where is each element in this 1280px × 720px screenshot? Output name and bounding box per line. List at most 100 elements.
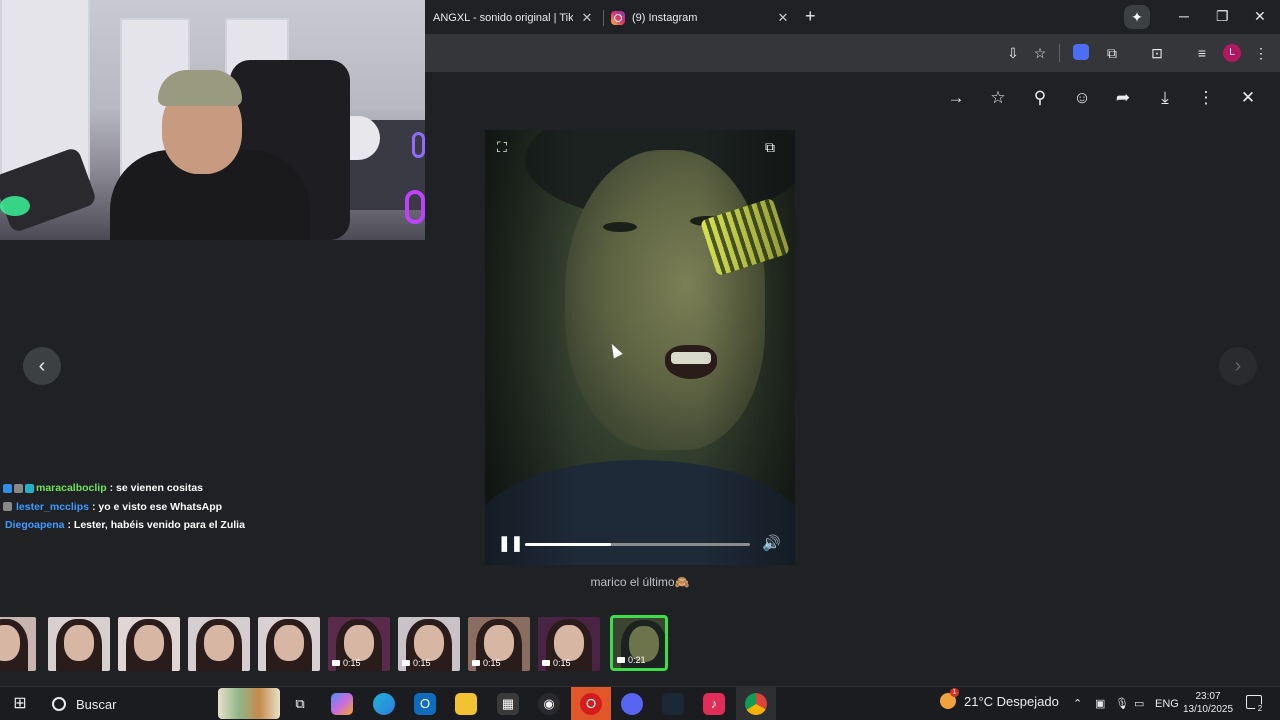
- clock[interactable]: 23:07 13/10/2025: [1180, 690, 1236, 716]
- badge-icon: [3, 502, 12, 512]
- pause-icon[interactable]: ❚❚: [498, 535, 523, 553]
- search-highlight-image: [218, 688, 280, 719]
- chrome-menu-icon[interactable]: ⋮: [1251, 43, 1271, 63]
- chat-username: maracalboclip: [36, 482, 107, 495]
- thumbnail-strip: 0:15 0:15 0:15 0:15 0:21: [0, 613, 1280, 675]
- previous-button[interactable]: ‹: [23, 347, 61, 385]
- weather-text: 21°C Despejado: [964, 693, 1059, 709]
- close-tab-icon[interactable]: ✕: [579, 10, 595, 26]
- video-camera-icon: [472, 660, 480, 666]
- chat-text: : se vienen cositas: [109, 482, 204, 495]
- chat-overlay: maracalboclip : se vienen cositas lester…: [0, 479, 425, 535]
- tab-tiktok[interactable]: ANGXL - sonido original | TikTok ✕: [433, 4, 595, 32]
- thumbnail-duration: 0:15: [413, 658, 431, 668]
- thumbnail[interactable]: [118, 617, 180, 671]
- media-controls-icon[interactable]: ≡: [1192, 43, 1212, 63]
- pin-icon[interactable]: ⚲: [1029, 88, 1051, 108]
- microphone-icon[interactable]: 🎙: [1115, 696, 1129, 712]
- thumbnail[interactable]: 0:15: [398, 617, 460, 671]
- minimize-icon[interactable]: ─: [1179, 6, 1189, 26]
- chat-username: lester_mcclips: [16, 500, 89, 513]
- opera-icon[interactable]: O: [580, 693, 602, 715]
- task-view-icon[interactable]: ⧉: [289, 693, 311, 715]
- bookmark-star-icon[interactable]: ☆: [1030, 43, 1050, 63]
- thumbnail-duration: 0:15: [483, 658, 501, 668]
- notification-count: 2: [1255, 704, 1265, 714]
- window-close-icon[interactable]: ✕: [1254, 6, 1266, 26]
- star-icon[interactable]: ☆: [987, 88, 1009, 108]
- emoji-icon[interactable]: ☺: [1071, 88, 1093, 108]
- thumbnail[interactable]: 0:15: [538, 617, 600, 671]
- discord-icon[interactable]: [621, 693, 643, 715]
- picture-in-picture-icon[interactable]: ⧉: [765, 139, 783, 155]
- extension-icon[interactable]: [1073, 44, 1089, 60]
- steam-icon[interactable]: [662, 693, 684, 715]
- tab-title: ANGXL - sonido original | TikTok: [433, 12, 573, 24]
- weather-widget[interactable]: 1 21°C Despejado: [940, 688, 1059, 709]
- new-tab-icon[interactable]: +: [805, 6, 816, 26]
- outlook-icon[interactable]: O: [414, 693, 436, 715]
- thumbnail[interactable]: [0, 617, 36, 671]
- arrow-right-icon[interactable]: →: [945, 88, 967, 108]
- clock-date: 13/10/2025: [1182, 704, 1234, 715]
- thumbnail[interactable]: 0:15: [468, 617, 530, 671]
- windows-taskbar: ⊞ Buscar ⧉ O ▦ ◉ O ♪ 1 21°C Despejado ⌃ …: [0, 686, 1280, 720]
- tab-search-icon[interactable]: ⊡: [1147, 43, 1167, 63]
- tab-title: (9) Instagram: [632, 12, 698, 24]
- progress-bar[interactable]: [525, 543, 750, 546]
- chevron-up-icon[interactable]: ⌃: [1073, 696, 1082, 712]
- chat-text: : Lester, habéis venido para el Zulia: [67, 519, 245, 532]
- rgb-light: [412, 132, 425, 158]
- more-icon[interactable]: ⋮: [1195, 88, 1217, 108]
- download-icon[interactable]: ⤓: [1154, 88, 1176, 108]
- meet-now-icon[interactable]: ▣: [1095, 696, 1105, 712]
- weather-badge: 1: [950, 688, 959, 697]
- profile-avatar[interactable]: L: [1223, 44, 1241, 62]
- chat-username: Diegoapena: [5, 519, 65, 532]
- badge-icon: [3, 483, 12, 493]
- toolbar-separator: [1059, 44, 1060, 62]
- clock-time: 23:07: [1195, 691, 1221, 702]
- badge-icon: [25, 483, 34, 493]
- extensions-puzzle-icon[interactable]: ⧉: [1102, 43, 1122, 63]
- weather-icon: 1: [940, 688, 959, 709]
- chat-message: Diegoapena : Lester, habéis venido para …: [0, 516, 425, 535]
- next-button[interactable]: ›: [1219, 347, 1257, 385]
- video-camera-icon: [617, 657, 625, 663]
- tab-instagram[interactable]: (9) Instagram ✕: [611, 4, 791, 32]
- search-label: Buscar: [76, 696, 117, 712]
- install-app-icon[interactable]: ⇩: [1003, 43, 1023, 63]
- close-tab-icon[interactable]: ✕: [775, 10, 791, 26]
- instagram-icon: [611, 11, 625, 25]
- microsoft-store-icon[interactable]: ▦: [497, 693, 519, 715]
- media-caption: marico el último🙈: [590, 575, 690, 589]
- edge-icon[interactable]: [373, 693, 395, 715]
- badge-icon: [14, 483, 23, 493]
- video-player[interactable]: ⛶ ⧉ ❚❚ 🔊: [485, 130, 795, 565]
- thumbnail[interactable]: [188, 617, 250, 671]
- share-icon[interactable]: ➦: [1112, 88, 1134, 108]
- thumbnail-duration: 0:21: [628, 655, 646, 665]
- file-explorer-icon[interactable]: [455, 693, 477, 715]
- language-indicator[interactable]: ENG: [1155, 696, 1179, 712]
- obs-icon[interactable]: ◉: [538, 693, 560, 715]
- thumbnail-selected[interactable]: 0:21: [610, 615, 668, 671]
- screen: ANGXL - sonido original | TikTok ✕ (9) I…: [0, 0, 1280, 720]
- video-camera-icon: [332, 660, 340, 666]
- close-icon[interactable]: ✕: [1237, 88, 1259, 108]
- chat-message: lester_mcclips : yo e visto ese WhatsApp: [0, 498, 425, 517]
- thumbnail[interactable]: 0:15: [328, 617, 390, 671]
- chrome-icon[interactable]: [745, 693, 767, 715]
- thumbnail-duration: 0:15: [343, 658, 361, 668]
- network-icon[interactable]: ▭: [1134, 696, 1144, 712]
- thumbnail[interactable]: [258, 617, 320, 671]
- tiktok-icon[interactable]: ♪: [703, 693, 725, 715]
- restore-icon[interactable]: ❐: [1216, 6, 1229, 26]
- volume-icon[interactable]: 🔊: [762, 535, 788, 553]
- thumbnail[interactable]: [48, 617, 110, 671]
- video-camera-icon: [542, 660, 550, 666]
- windows-start-icon[interactable]: ⊞: [9, 693, 31, 715]
- fullscreen-icon[interactable]: ⛶: [497, 139, 513, 155]
- gemini-icon[interactable]: ✦: [1124, 5, 1150, 29]
- copilot-icon[interactable]: [331, 693, 353, 715]
